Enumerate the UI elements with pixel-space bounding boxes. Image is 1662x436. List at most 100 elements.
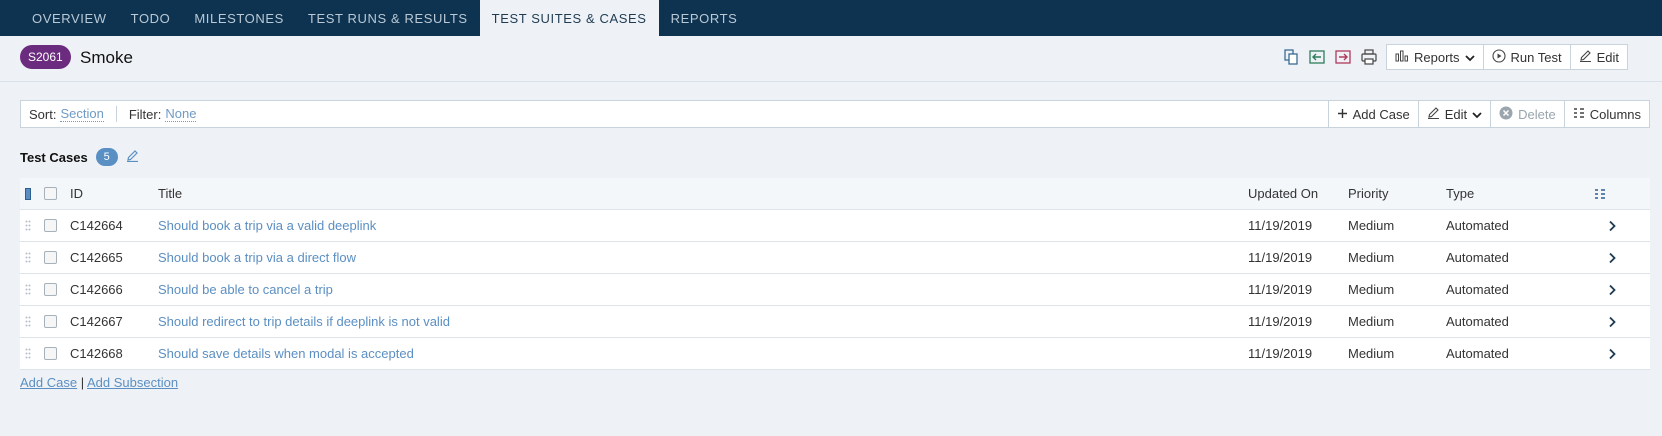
table-row[interactable]: C142665 Should book a trip via a direct … [20,242,1650,274]
column-header-updated[interactable]: Updated On [1248,178,1318,209]
import-icon[interactable] [1308,48,1326,66]
chevron-down-icon [1472,107,1482,122]
column-header-id[interactable]: ID [70,178,83,209]
edit-cases-button[interactable]: Edit [1417,101,1491,127]
copy-icon[interactable] [1282,48,1300,66]
test-cases-heading: Test Cases 5 [20,148,139,166]
row-checkbox[interactable] [44,274,57,305]
case-id: C142664 [70,218,123,233]
case-id: C142666 [70,282,123,297]
case-updated: 11/19/2019 [1248,250,1313,265]
drag-handle-icon[interactable] [25,274,31,305]
footer-links: Add Case | Add Subsection [20,375,178,390]
case-id: C142668 [70,346,123,361]
section-title: Test Cases [20,149,88,165]
case-title-link[interactable]: Should book a trip via a valid deeplink [158,210,376,241]
chevron-right-icon[interactable] [1608,242,1616,273]
table-row[interactable]: C142667 Should redirect to trip details … [20,306,1650,338]
case-updated: 11/19/2019 [1248,346,1313,361]
row-checkbox[interactable] [44,242,57,273]
case-title-link[interactable]: Should redirect to trip details if deepl… [158,306,450,337]
table-row[interactable]: C142668 Should save details when modal i… [20,338,1650,370]
sort-label: Sort: [29,106,57,122]
case-id: C142667 [70,314,123,329]
test-cases-table: ID Title Updated On Priority Type C14266… [20,178,1650,370]
column-header-priority[interactable]: Priority [1348,178,1388,209]
tab-test-runs-results[interactable]: TEST RUNS & RESULTS [296,0,480,36]
columns-label: Columns [1589,106,1641,122]
suite-id-badge: S2061 [20,45,71,69]
row-checkbox[interactable] [44,306,57,337]
reports-label: Reports [1414,49,1460,65]
divider [115,106,117,122]
case-title-link[interactable]: Should save details when modal is accept… [158,338,414,369]
column-resize-handle[interactable] [25,178,31,209]
case-type: Automated [1446,282,1509,297]
column-header-title[interactable]: Title [158,178,182,209]
delete-button[interactable]: Delete [1490,101,1564,127]
columns-icon [1573,107,1585,122]
case-type: Automated [1446,346,1509,361]
case-title-link[interactable]: Should be able to cancel a trip [158,274,333,305]
chevron-right-icon[interactable] [1608,306,1616,337]
tab-milestones[interactable]: MILESTONES [182,0,296,36]
sort-link[interactable]: Section [60,106,104,122]
filter-link[interactable]: None [165,106,197,122]
filter-label: Filter: [128,106,162,122]
table-header-row: ID Title Updated On Priority Type [20,178,1650,210]
table-row[interactable]: C142664 Should book a trip via a valid d… [20,210,1650,242]
case-priority: Medium [1348,218,1395,233]
pencil-icon [1579,49,1592,65]
edit-label: Edit [1596,49,1620,65]
chevron-right-icon[interactable] [1608,210,1616,241]
bar-chart-icon [1395,50,1409,65]
case-priority: Medium [1348,314,1395,329]
tab-test-suites-cases[interactable]: TEST SUITES & CASES [479,0,659,36]
add-subsection-link[interactable]: Add Subsection [87,375,178,390]
drag-handle-icon[interactable] [25,338,31,369]
edit-cases-label: Edit [1444,106,1468,122]
drag-handle-icon[interactable] [25,210,31,241]
case-priority: Medium [1348,250,1395,265]
page-title: Smoke [80,48,133,67]
chevron-down-icon [1464,50,1475,65]
suite-header: S2061 Smoke Reports Run Test Edit [0,36,1662,82]
select-all-checkbox[interactable] [44,178,57,209]
edit-suite-button[interactable]: Edit [1570,44,1629,70]
top-nav: OVERVIEW TODO MILESTONES TEST RUNS & RES… [0,0,1662,36]
drag-handle-icon[interactable] [25,242,31,273]
chevron-right-icon[interactable] [1608,338,1616,369]
tab-overview[interactable]: OVERVIEW [20,0,119,36]
chevron-right-icon[interactable] [1608,274,1616,305]
header-button-group: Reports Run Test Edit [1386,44,1629,70]
reports-button[interactable]: Reports [1386,44,1484,70]
header-icon-group [1282,48,1378,66]
columns-button[interactable]: Columns [1563,101,1649,127]
add-case-label: Add Case [1352,106,1410,122]
column-header-type[interactable]: Type [1446,178,1474,209]
drag-handle-icon[interactable] [25,306,31,337]
tab-reports[interactable]: REPORTS [659,0,750,36]
case-priority: Medium [1348,282,1395,297]
row-checkbox[interactable] [44,338,57,369]
case-title-link[interactable]: Should book a trip via a direct flow [158,242,356,273]
delete-label: Delete [1518,106,1556,122]
pencil-icon[interactable] [126,149,139,165]
pencil-icon [1427,106,1440,122]
columns-icon[interactable] [1594,178,1606,209]
export-icon[interactable] [1334,48,1352,66]
run-test-button[interactable]: Run Test [1483,44,1571,70]
case-id: C142665 [70,250,123,265]
add-case-button[interactable]: Add Case [1327,101,1418,127]
link-separator: | [80,375,85,390]
table-row[interactable]: C142666 Should be able to cancel a trip … [20,274,1650,306]
add-case-link[interactable]: Add Case [20,375,77,390]
play-circle-icon [1491,48,1506,66]
tab-todo[interactable]: TODO [119,0,183,36]
print-icon[interactable] [1360,48,1378,66]
case-priority: Medium [1348,346,1395,361]
row-checkbox[interactable] [44,210,57,241]
run-test-label: Run Test [1510,49,1562,65]
case-count-badge: 5 [95,148,118,166]
close-circle-icon [1499,106,1513,123]
